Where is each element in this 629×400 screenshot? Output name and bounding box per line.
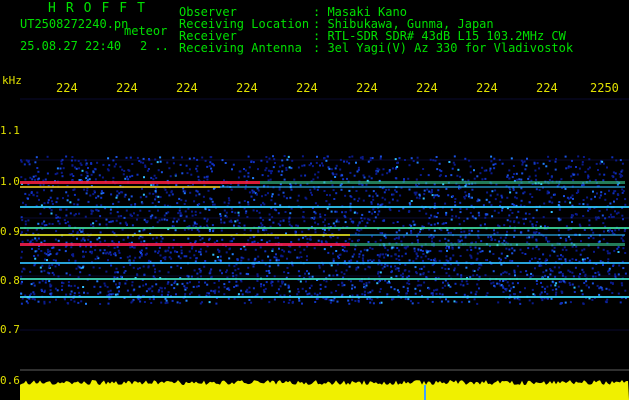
time-tick: 224 — [536, 81, 558, 95]
time-tick: 224 — [416, 81, 438, 95]
freq-tick: 0.9 — [0, 225, 20, 238]
freq-tick: 0.6 — [0, 374, 20, 387]
frequency-unit: kHz — [2, 74, 22, 87]
time-tick: 224 — [236, 81, 258, 95]
extra-label: 2 .. — [140, 39, 169, 53]
mode-label: meteor — [124, 24, 168, 38]
freq-tick: 1.1 — [0, 124, 20, 137]
date-time: 25.08.27 22:40 — [20, 39, 122, 53]
freq-tick: 0.7 — [0, 323, 20, 336]
time-tick: 224 — [356, 81, 378, 95]
time-tick: 224 — [176, 81, 198, 95]
freq-tick: 0.8 — [0, 274, 20, 287]
time-tick: 224 — [296, 81, 318, 95]
spectrogram-plot — [20, 98, 629, 400]
noise-band — [20, 155, 627, 305]
antenna-label: Receiving Antenna — [179, 41, 302, 55]
time-tick: 2250 — [590, 81, 619, 95]
time-tick: 224 — [476, 81, 498, 95]
image-filename: UT2508272240.pn — [20, 17, 129, 31]
antenna-value: : 3el Yagi(V) Az 330 for Vladivostok — [313, 41, 574, 55]
app-brand: HROFFT — [48, 1, 155, 16]
signal-level-band — [20, 380, 629, 400]
freq-tick: 1.0 — [0, 175, 20, 188]
antenna-row: Receiving Antenna : 3el Yagi(V) Az 330 fo… — [179, 42, 573, 54]
time-tick: 224 — [56, 81, 78, 95]
time-tick: 224 — [116, 81, 138, 95]
marker-line — [424, 385, 426, 400]
